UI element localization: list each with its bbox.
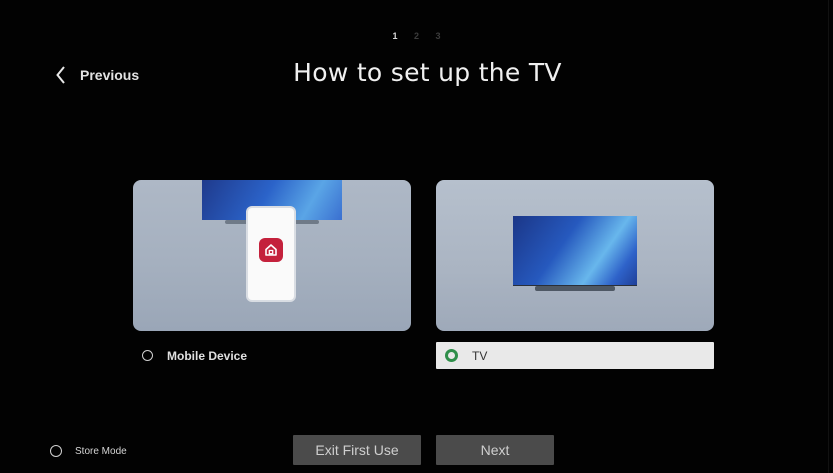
- exit-first-use-button[interactable]: Exit First Use: [293, 435, 421, 465]
- step-indicator: 1 2 3: [0, 31, 833, 41]
- step-1: 1: [392, 31, 398, 41]
- tv-option[interactable]: TV: [436, 342, 714, 369]
- setup-screen: 1 2 3 Previous How to set up the TV Mobi…: [0, 0, 833, 473]
- step-3: 3: [435, 31, 441, 41]
- phone-illustration: [248, 208, 294, 300]
- mobile-device-card[interactable]: [133, 180, 411, 331]
- page-title: How to set up the TV: [293, 58, 562, 87]
- tv-illustration: [513, 216, 637, 285]
- next-button[interactable]: Next: [436, 435, 554, 465]
- store-mode-option[interactable]: Store Mode: [50, 441, 127, 461]
- tv-radio[interactable]: [445, 349, 458, 362]
- mobile-device-label: Mobile Device: [167, 348, 248, 363]
- step-2: 2: [413, 31, 419, 41]
- mobile-device-option[interactable]: Mobile Device: [133, 342, 411, 369]
- tv-label: TV: [472, 348, 488, 363]
- store-mode-radio[interactable]: [50, 445, 62, 457]
- tv-stand-illustration: [535, 286, 615, 291]
- mobile-device-radio[interactable]: [142, 350, 153, 361]
- store-mode-label: Store Mode: [75, 445, 127, 457]
- tv-card[interactable]: [436, 180, 714, 331]
- home-app-icon: [259, 238, 283, 262]
